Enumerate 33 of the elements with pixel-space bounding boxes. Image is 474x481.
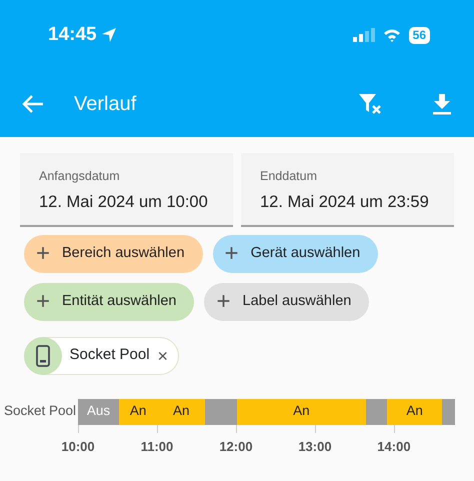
axis-label: 13:00 bbox=[298, 438, 332, 456]
filter-chip[interactable]: + Bereich auswählen bbox=[24, 234, 203, 272]
page-title: Verlauf bbox=[74, 92, 138, 116]
state-segment: Aus bbox=[78, 398, 120, 424]
state-segment: An bbox=[157, 398, 206, 424]
axis-label: 12:00 bbox=[219, 438, 253, 456]
field-label: Anfangsdatum bbox=[39, 168, 121, 185]
clear-filter-button[interactable] bbox=[358, 92, 384, 116]
filter-chip[interactable]: + Label auswählen bbox=[204, 282, 370, 320]
download-button[interactable] bbox=[432, 92, 452, 114]
axis-label: 10:00 bbox=[61, 438, 95, 456]
filter-chip[interactable]: + Gerät auswählen bbox=[212, 234, 378, 272]
phone-icon bbox=[36, 344, 50, 366]
location-arrow-icon bbox=[100, 27, 117, 43]
battery-indicator: 56 bbox=[408, 26, 430, 44]
signal-icon bbox=[352, 28, 375, 42]
field-value: 12. Mai 2024 um 10:00 bbox=[39, 192, 209, 213]
date-field[interactable]: Anfangsdatum 12. Mai 2024 um 10:00 bbox=[20, 153, 233, 226]
state-segment: An bbox=[237, 398, 366, 424]
state-segment: An bbox=[386, 398, 442, 424]
back-button[interactable] bbox=[22, 94, 44, 114]
date-field[interactable]: Enddatum 12. Mai 2024 um 23:59 bbox=[241, 153, 454, 226]
row-label: Socket Pool bbox=[2, 402, 77, 420]
axis-label: 14:00 bbox=[377, 438, 411, 456]
axis-label: 11:00 bbox=[140, 438, 174, 456]
status-time: 14:45 bbox=[48, 22, 97, 47]
field-value: 12. Mai 2024 um 23:59 bbox=[260, 192, 430, 213]
state-segment: An bbox=[119, 398, 158, 424]
field-label: Enddatum bbox=[260, 168, 318, 185]
wifi-icon bbox=[382, 28, 401, 42]
chip-label: Socket Pool bbox=[70, 345, 150, 366]
filter-chip[interactable]: + Entität auswählen bbox=[24, 282, 194, 320]
remove-button[interactable]: × bbox=[158, 346, 168, 364]
